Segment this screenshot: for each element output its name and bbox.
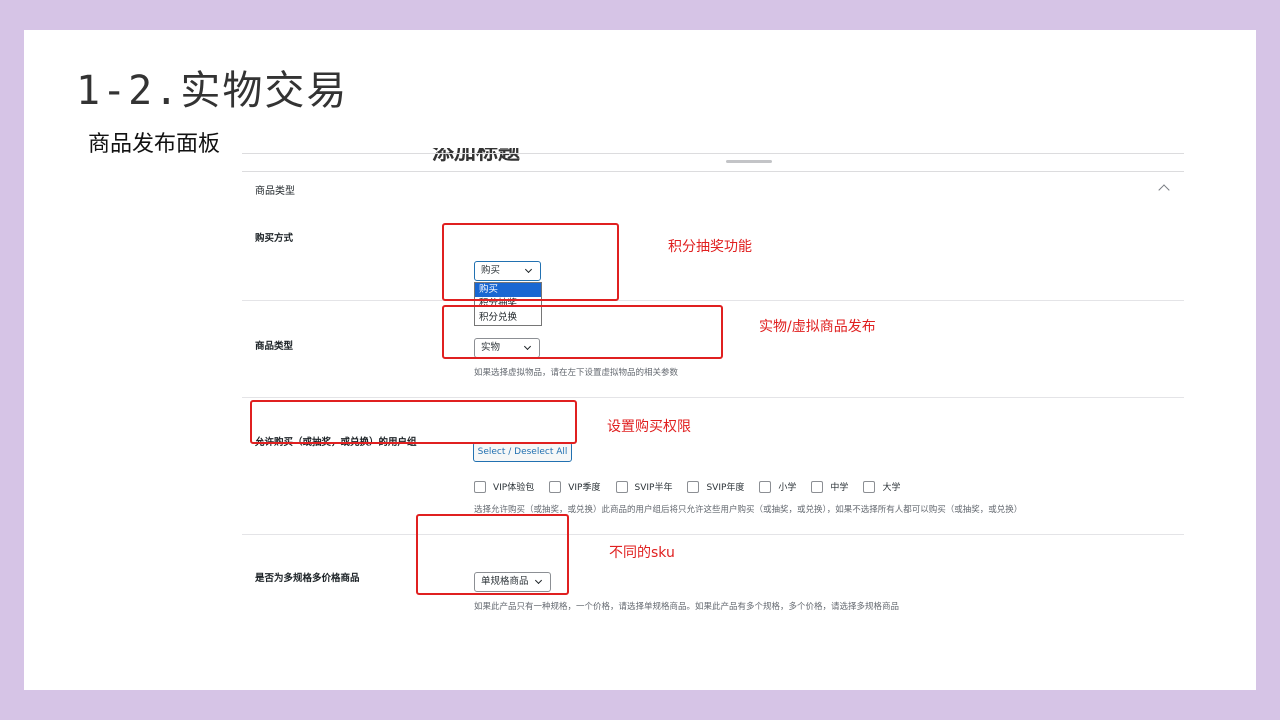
checkbox-box[interactable] (811, 480, 824, 493)
checkbox-label: VIP季度 (568, 483, 601, 493)
checkbox-label: SVIP半年 (634, 483, 673, 493)
checkbox-label: 中学 (830, 483, 849, 493)
multi-sku-help: 如果此产品只有一种规格，一个价格，请选择单规格商品。如果此产品有多个规格，多个价… (474, 602, 900, 612)
divider (242, 534, 1184, 535)
select-deselect-all-button[interactable]: Select / Deselect All (473, 442, 572, 462)
checkbox-vip-trial[interactable]: VIP体验包 (474, 480, 534, 493)
checkbox-box[interactable] (615, 480, 628, 493)
divider (242, 171, 1184, 172)
product-type-label: 商品类型 (255, 341, 294, 352)
checkbox-svip-year[interactable]: SVIP年度 (687, 480, 744, 493)
checkbox-primary[interactable]: 小学 (759, 480, 796, 493)
annotation-box-product-type (442, 305, 723, 359)
annotation-lottery: 积分抽奖功能 (668, 239, 752, 255)
checkbox-box[interactable] (474, 480, 486, 493)
slide-subtitle: 商品发布面板 (88, 132, 221, 157)
checkbox-box[interactable] (687, 480, 700, 493)
section-heading: 商品类型 (255, 186, 295, 197)
checkbox-label: 大学 (882, 483, 901, 493)
annotation-permissions: 设置购买权限 (607, 419, 691, 435)
user-group-checkboxes: VIP体验包 VIP季度 SVIP半年 SVIP年度 小学 中学 大学 (474, 480, 915, 493)
clipped-add-title-heading: 添加标题 (432, 148, 521, 165)
checkbox-label: VIP体验包 (493, 483, 535, 493)
divider (242, 397, 1184, 398)
checkbox-label: SVIP年度 (706, 483, 745, 493)
multi-sku-label: 是否为多规格多价格商品 (255, 573, 360, 584)
checkbox-university[interactable]: 大学 (863, 480, 900, 493)
product-publish-panel-screenshot: 添加标题 商品类型 购买方式 购买 购买 积分抽奖 积分兑换 商品类型 实物 如… (242, 148, 1184, 648)
checkbox-box[interactable] (549, 480, 562, 493)
checkbox-label: 小学 (778, 483, 797, 493)
annotation-sku: 不同的sku (609, 545, 675, 561)
checkbox-vip-quarter[interactable]: VIP季度 (549, 480, 601, 493)
annotation-box-user-groups (250, 400, 577, 444)
drag-handle[interactable] (726, 160, 772, 163)
annotation-box-multi-sku (416, 514, 569, 595)
checkbox-box[interactable] (759, 480, 772, 493)
slide: 1-2.实物交易 商品发布面板 添加标题 商品类型 购买方式 购买 购买 积分抽… (24, 30, 1256, 690)
annotation-physical-virtual: 实物/虚拟商品发布 (759, 319, 876, 335)
divider (242, 153, 1184, 154)
slide-title: 1-2.实物交易 (76, 68, 349, 114)
chevron-up-icon[interactable] (1158, 184, 1170, 196)
checkbox-svip-half-year[interactable]: SVIP半年 (615, 480, 673, 493)
annotation-box-purchase-method (442, 223, 619, 301)
product-type-help: 如果选择虚拟物品，请在左下设置虚拟物品的相关参数 (474, 368, 679, 378)
checkbox-box[interactable] (863, 480, 876, 493)
checkbox-middle[interactable]: 中学 (811, 480, 848, 493)
purchase-method-label: 购买方式 (255, 233, 294, 244)
divider (242, 300, 1184, 301)
